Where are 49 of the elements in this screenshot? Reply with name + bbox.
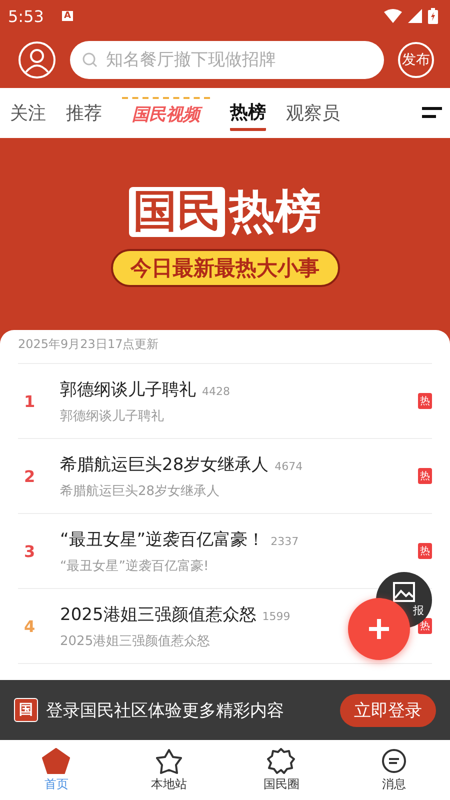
view-count: 4674	[274, 460, 303, 472]
login-button[interactable]: 立即登录	[340, 694, 436, 726]
app-logo-icon: 国	[14, 698, 38, 722]
rank-number: 4	[23, 616, 36, 636]
hero-tagline: 今日最新最热大小事	[110, 249, 340, 287]
search-field[interactable]: 知名餐厅撤下现做招牌	[70, 41, 384, 79]
menu-icon[interactable]	[422, 107, 442, 119]
headline-link[interactable]: 希腊航运巨头28岁女继承人	[60, 452, 269, 476]
hot-badge: 热	[418, 468, 432, 484]
headline-subtitle: “最丑女星”逆袭百亿富豪!	[60, 558, 210, 574]
rank-number: 3	[23, 542, 36, 560]
status-time: 5:53	[8, 6, 44, 26]
tab[interactable]: 推荐	[66, 97, 102, 129]
hot-badge: 热	[418, 543, 432, 559]
chat-icon	[380, 748, 408, 774]
view-count: 1599	[262, 610, 290, 622]
publish-button[interactable]: 发布	[398, 42, 434, 78]
badge-icon	[267, 748, 296, 774]
nav-tab[interactable]: 国民圈	[225, 740, 338, 800]
headline-subtitle: 希腊航运巨头28岁女继承人	[60, 482, 221, 500]
headline-link[interactable]: 郭德纲谈儿子聘礼	[60, 378, 196, 400]
tab[interactable]: 热榜	[230, 96, 266, 130]
rank-number: 2	[23, 466, 36, 486]
nav-tab[interactable]: 本地站	[112, 740, 225, 800]
view-count: 2337	[270, 534, 299, 548]
search-icon	[82, 52, 98, 68]
signal-icon	[408, 9, 422, 23]
plus-icon	[367, 617, 391, 641]
headline-subtitle: 2025港姐三强颜值惹众怒	[60, 632, 212, 650]
hero-title-boxed: 国民	[129, 186, 225, 238]
hot-badge: 热	[418, 393, 432, 409]
tab[interactable]: 观察员	[286, 97, 340, 129]
headline-subtitle: 郭德纲谈儿子聘礼	[60, 408, 165, 424]
nav-tab[interactable]: 消息	[338, 740, 450, 800]
tab[interactable]: 关注	[10, 97, 46, 129]
login-prompt: 登录国民社区体验更多精彩内容	[46, 700, 285, 722]
wifi-icon	[384, 9, 402, 23]
hero-title: 热榜	[229, 183, 321, 240]
star-icon	[154, 748, 183, 774]
pentagon-icon	[42, 748, 70, 774]
headline-link[interactable]: “最丑女星”逆袭百亿富豪！	[60, 528, 265, 550]
rank-number: 1	[23, 392, 36, 410]
headline-link[interactable]: 2025港姐三强颜值惹众怒	[60, 602, 256, 626]
notification-icon: A	[62, 11, 73, 21]
view-count: 4428	[202, 384, 230, 398]
avatar-icon[interactable]	[18, 41, 56, 79]
image-icon	[393, 582, 415, 602]
update-time: 2025年9月23日17点更新	[18, 336, 432, 364]
battery-icon	[428, 8, 438, 24]
